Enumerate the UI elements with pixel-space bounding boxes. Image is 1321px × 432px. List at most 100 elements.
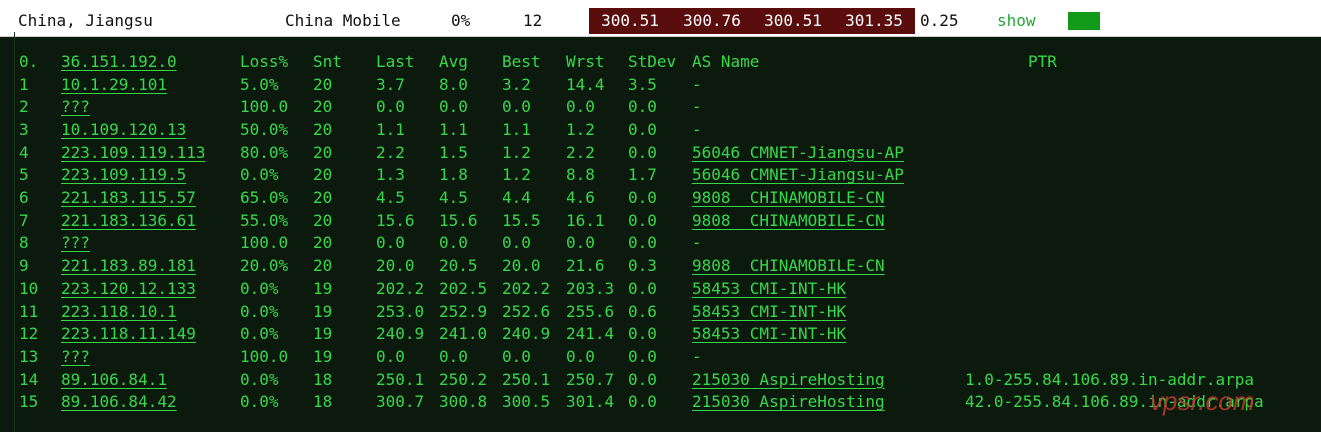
header-avg: Avg (439, 52, 468, 71)
hop-last: 15.6 (376, 210, 415, 230)
hop-host[interactable]: 10.1.29.101 (61, 74, 167, 96)
hop-number: 13 (19, 346, 39, 366)
hop-avg: 15.6 (439, 210, 478, 230)
header-stdev: StDev (628, 52, 677, 71)
hop-stdev: 0.0 (628, 142, 657, 162)
hop-loss: 0.0% (240, 324, 279, 344)
hop-stdev: 0.0 (628, 97, 657, 117)
hop-as-name[interactable]: 56046 CMNET-Jiangsu-AP (692, 142, 904, 164)
header-as-name: AS Name (692, 52, 760, 71)
hop-best: 202.2 (502, 278, 551, 298)
hop-host[interactable]: 223.120.12.133 (61, 278, 196, 300)
hop-host[interactable]: 221.183.136.61 (61, 210, 196, 232)
hop-snt: 18 (313, 369, 333, 389)
hop-as-name: - (692, 233, 702, 253)
header-target-host[interactable]: 36.151.192.0 (61, 51, 177, 73)
hop-loss: 100.0 (240, 97, 289, 117)
hop-number: 5 (19, 165, 29, 185)
show-details-link[interactable]: show (997, 8, 1036, 34)
hop-snt: 20 (313, 142, 333, 162)
hop-as-name[interactable]: 9808 CHINAMOBILE-CN (692, 210, 885, 232)
hop-avg: 4.5 (439, 188, 468, 207)
hop-stdev: 0.0 (628, 188, 657, 207)
hop-best: 4.4 (502, 188, 531, 207)
hop-host[interactable]: 221.183.115.57 (61, 187, 196, 209)
hop-number: 14 (19, 369, 39, 389)
hop-loss: 0.0% (240, 369, 279, 389)
hop-as-name: - (692, 119, 702, 139)
hop-snt: 19 (313, 346, 333, 366)
hop-loss: 0.0% (240, 165, 279, 185)
hop-host[interactable]: 89.106.84.1 (61, 369, 167, 391)
hop-snt: 20 (313, 256, 333, 276)
hop-host[interactable]: ??? (61, 346, 90, 368)
hop-snt: 19 (313, 324, 333, 344)
hop-best: 20.0 (502, 256, 541, 276)
hop-number: 1 (19, 74, 29, 94)
hop-as-name[interactable]: 9808 CHINAMOBILE-CN (692, 255, 885, 277)
hop-number: 7 (19, 210, 29, 230)
hop-wrst: 250.7 (566, 369, 615, 389)
hop-loss: 80.0% (240, 142, 289, 162)
hop-best: 0.0 (502, 97, 531, 117)
hop-snt: 20 (313, 74, 333, 94)
hop-stdev: 0.0 (628, 278, 657, 298)
hop-as-name[interactable]: 58453 CMI-INT-HK (692, 323, 846, 345)
hop-host[interactable]: ??? (61, 96, 90, 118)
hop-avg: 241.0 (439, 324, 488, 344)
hop-as-name[interactable]: 58453 CMI-INT-HK (692, 278, 846, 300)
hop-wrst: 0.0 (566, 346, 595, 366)
summary-last: 300.51 (589, 8, 671, 34)
hop-last: 20.0 (376, 256, 415, 276)
hop-host[interactable]: 89.106.84.42 (61, 391, 177, 413)
header-best: Best (502, 52, 541, 71)
hop-avg: 300.8 (439, 392, 488, 412)
hop-host[interactable]: 10.109.120.13 (61, 119, 186, 141)
header-ptr: PTR (1028, 52, 1057, 71)
hop-snt: 19 (313, 278, 333, 298)
hop-host[interactable]: 223.109.119.113 (61, 142, 206, 164)
hop-wrst: 0.0 (566, 233, 595, 253)
hop-avg: 20.5 (439, 256, 478, 276)
hop-avg: 252.9 (439, 301, 488, 321)
hop-best: 15.5 (502, 210, 541, 230)
hop-avg: 250.2 (439, 369, 488, 389)
hop-host[interactable]: 223.118.10.1 (61, 301, 177, 323)
hop-loss: 100.0 (240, 346, 289, 366)
hop-number: 4 (19, 142, 29, 162)
hop-best: 1.2 (502, 142, 531, 162)
hop-wrst: 21.6 (566, 256, 605, 276)
hop-best: 1.2 (502, 165, 531, 185)
hop-host[interactable]: 223.118.11.149 (61, 323, 196, 345)
hop-snt: 20 (313, 165, 333, 185)
hop-as-name[interactable]: 56046 CMNET-Jiangsu-AP (692, 164, 904, 186)
hop-loss: 50.0% (240, 119, 289, 139)
hop-wrst: 8.8 (566, 165, 595, 185)
hop-loss: 20.0% (240, 256, 289, 276)
hop-last: 4.5 (376, 188, 405, 207)
hop-as-name[interactable]: 215030 AspireHosting (692, 391, 885, 413)
hop-host[interactable]: ??? (61, 232, 90, 254)
hop-host[interactable]: 223.109.119.5 (61, 164, 186, 186)
hop-wrst: 0.0 (566, 97, 595, 117)
hop-loss: 0.0% (240, 392, 279, 412)
hop-as-name[interactable]: 9808 CHINAMOBILE-CN (692, 187, 885, 209)
hop-as-name[interactable]: 58453 CMI-INT-HK (692, 301, 846, 323)
hop-host[interactable]: 221.183.89.181 (61, 255, 196, 277)
hop-wrst: 255.6 (566, 301, 615, 321)
header-loss: Loss% (240, 52, 289, 71)
hop-number: 15 (19, 392, 39, 412)
hop-stdev: 0.0 (628, 119, 657, 139)
hop-last: 240.9 (376, 324, 425, 344)
hop-number: 9 (19, 256, 29, 276)
hop-as-name[interactable]: 215030 AspireHosting (692, 369, 885, 391)
hop-loss: 0.0% (240, 278, 279, 298)
hop-number: 11 (19, 301, 39, 321)
hop-stdev: 0.0 (628, 346, 657, 366)
hop-wrst: 203.3 (566, 278, 615, 298)
summary-isp: China Mobile (285, 11, 401, 30)
hop-last: 0.0 (376, 97, 405, 117)
watermark: vpsr.com (1150, 386, 1255, 416)
status-indicator (1068, 12, 1100, 30)
hop-avg: 8.0 (439, 74, 468, 94)
